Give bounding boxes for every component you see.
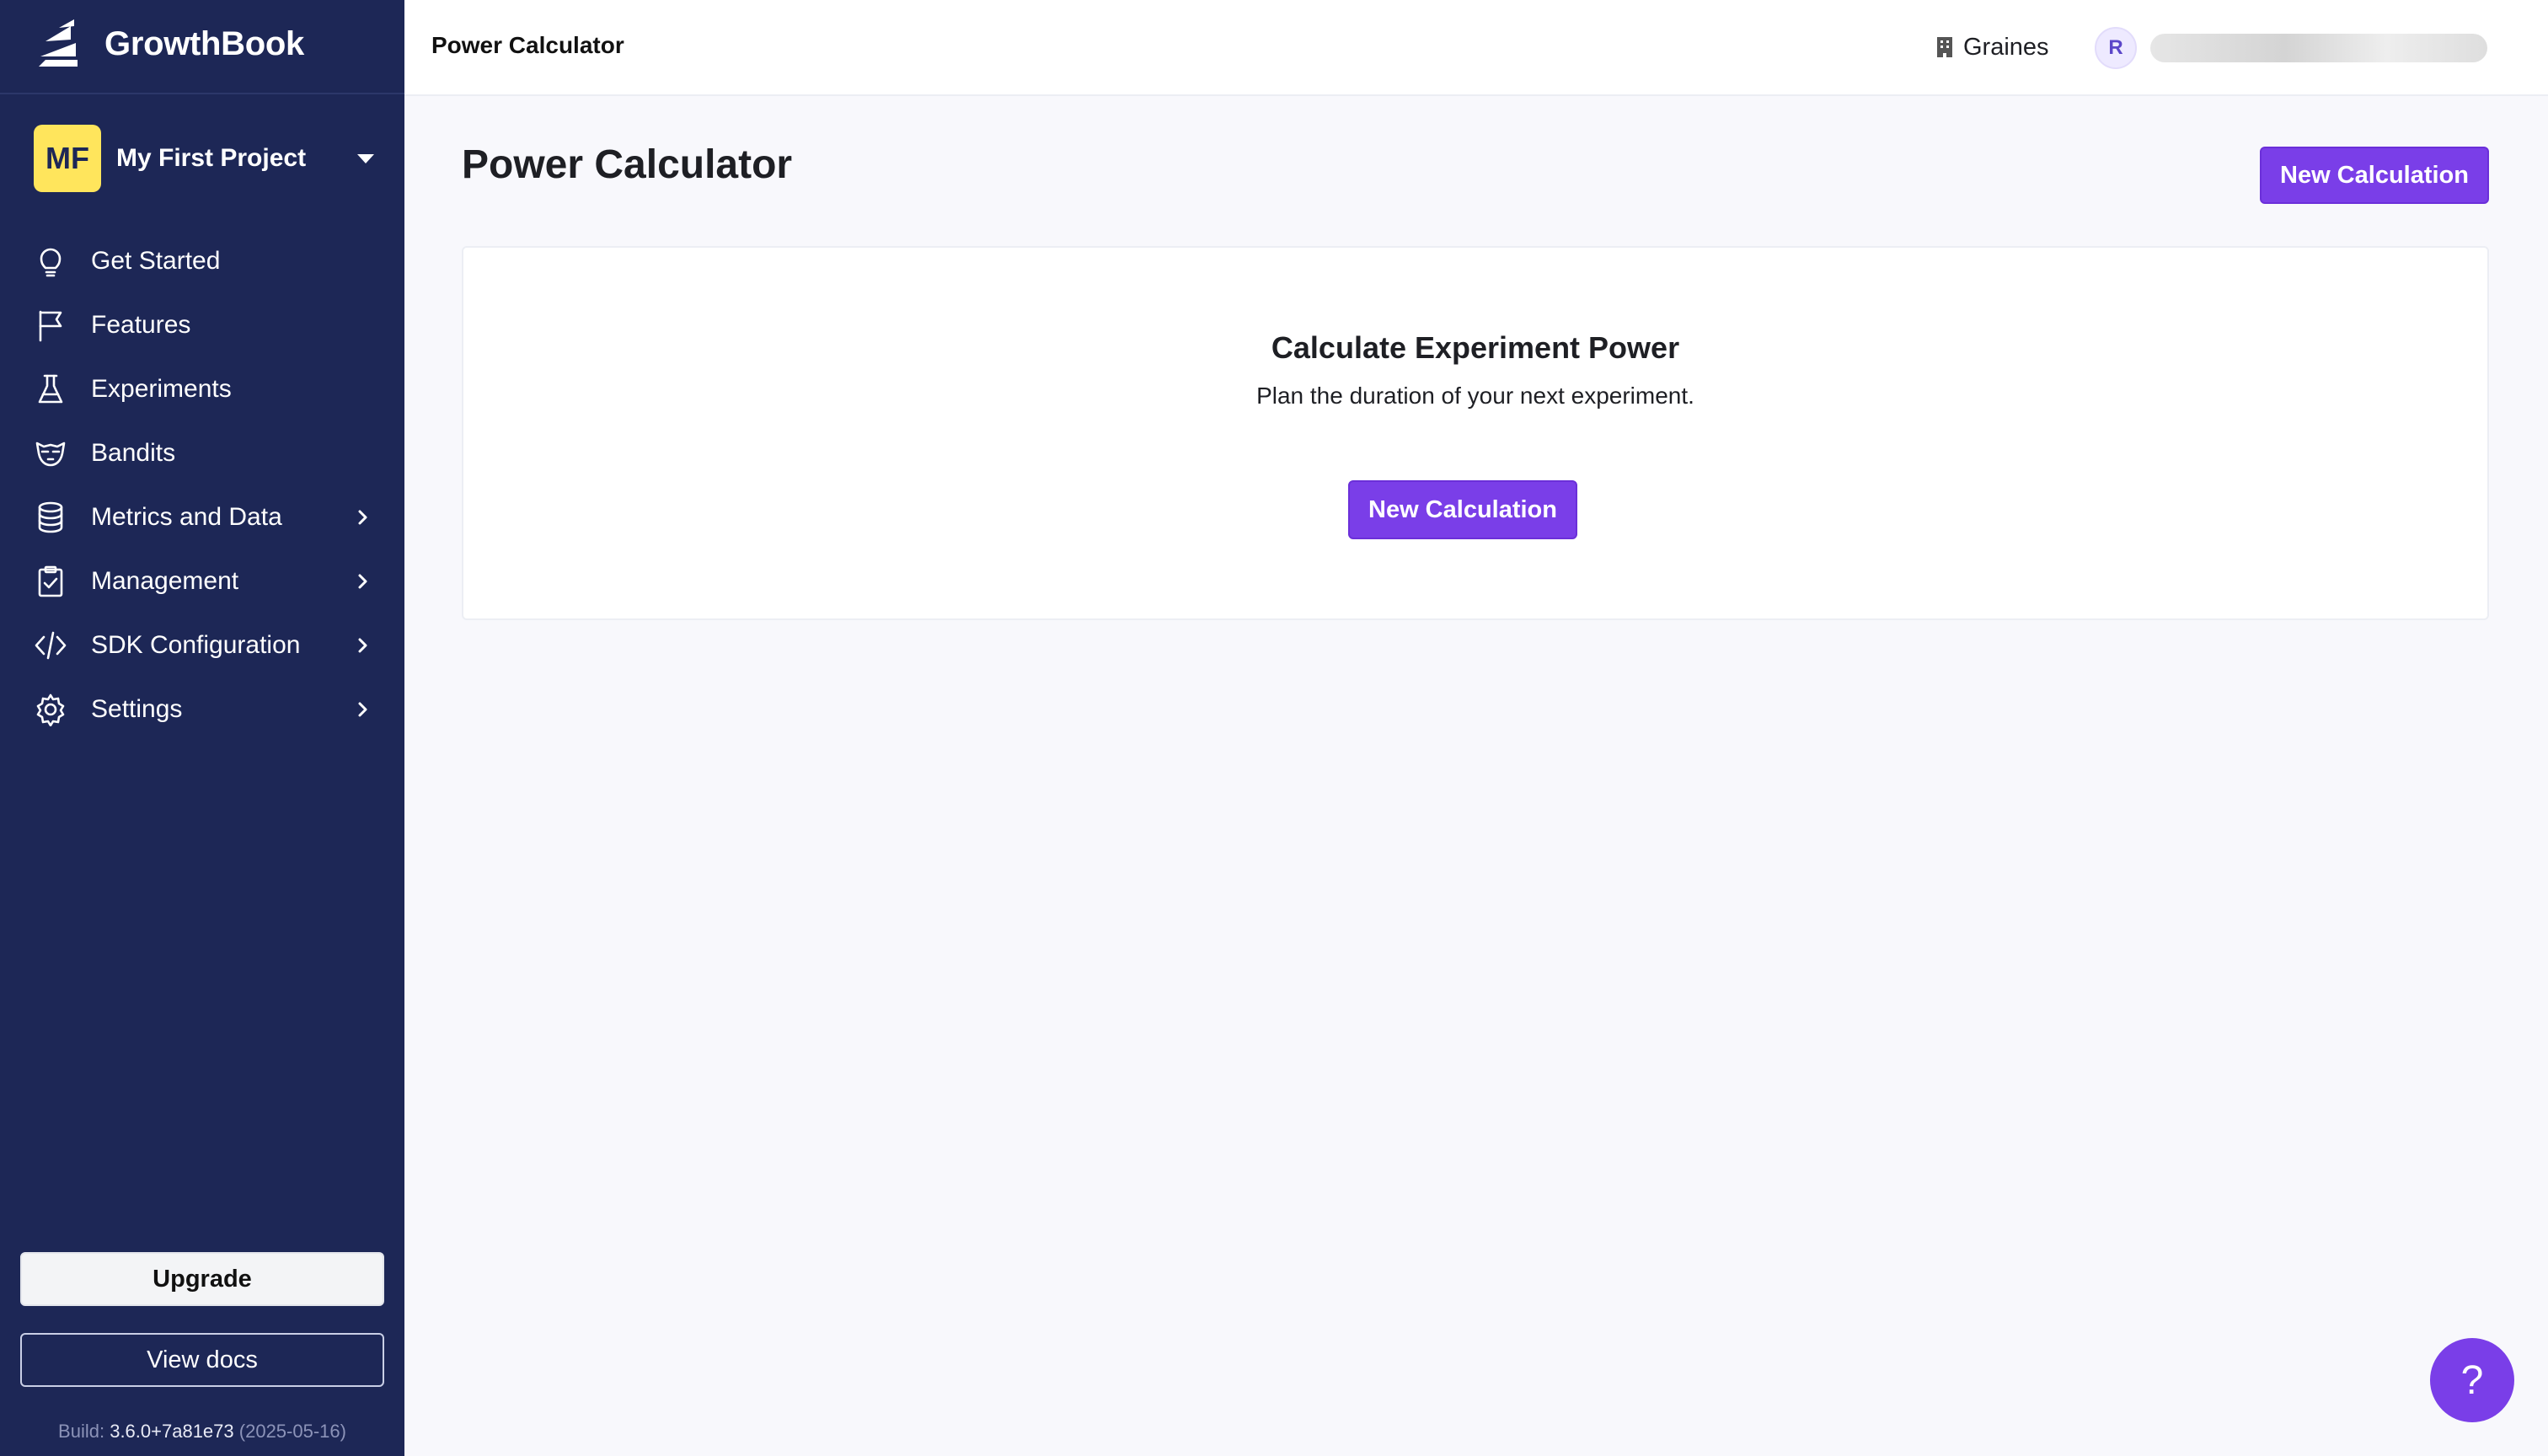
sidebar-item-label: Management [91, 567, 239, 595]
org-name: Graines [1963, 33, 2049, 61]
sidebar-item-management[interactable]: Management [0, 549, 404, 613]
app-name: GrowthBook [104, 24, 304, 62]
view-docs-button[interactable]: View docs [20, 1333, 384, 1387]
upgrade-button[interactable]: Upgrade [20, 1252, 384, 1306]
breadcrumb-title: Power Calculator [431, 32, 624, 58]
page-title: Power Calculator [462, 142, 793, 187]
new-calculation-button[interactable]: New Calculation [2260, 147, 2489, 204]
empty-state-card: Calculate Experiment Power Plan the dura… [462, 246, 2489, 620]
card-title: Calculate Experiment Power [1271, 330, 1680, 365]
sidebar-item-sdk-configuration[interactable]: SDK Configuration [0, 613, 404, 677]
build-version: 3.6.0+7a81e73 [110, 1421, 234, 1442]
sidebar-nav: Get Started Features Experiments Bandits… [0, 229, 404, 741]
sidebar-item-label: Bandits [91, 439, 176, 467]
sidebar-item-label: Features [91, 311, 191, 339]
sidebar-item-experiments[interactable]: Experiments [0, 357, 404, 421]
sidebar-item-bandits[interactable]: Bandits [0, 421, 404, 485]
sidebar-item-metrics-and-data[interactable]: Metrics and Data [0, 485, 404, 549]
sidebar-item-label: SDK Configuration [91, 631, 301, 659]
logo[interactable]: GrowthBook [34, 15, 304, 72]
sidebar-item-get-started[interactable]: Get Started [0, 229, 404, 293]
sidebar-item-label: Experiments [91, 375, 232, 403]
card-new-calculation-button[interactable]: New Calculation [1348, 480, 1577, 539]
help-button[interactable]: ? [2430, 1338, 2514, 1422]
project-selector[interactable]: MF My First Project [34, 125, 379, 192]
caret-down-icon [357, 153, 374, 163]
lightbulb-icon [34, 244, 67, 278]
user-name-redacted[interactable] [2150, 34, 2487, 62]
project-name: My First Project [116, 144, 307, 172]
build-prefix: Build: [58, 1421, 105, 1442]
card-subtitle: Plan the duration of your next experimen… [1256, 383, 1694, 409]
user-avatar[interactable]: R [2095, 27, 2137, 69]
chevron-right-icon [352, 699, 372, 720]
build-date: (2025-05-16) [238, 1421, 346, 1442]
beaker-icon [34, 372, 67, 406]
database-icon [34, 500, 67, 534]
org-selector[interactable]: Graines [1935, 30, 2049, 64]
top-bar: Power Calculator Graines R [404, 0, 2548, 96]
sidebar-item-label: Metrics and Data [91, 503, 282, 531]
sidebar-item-settings[interactable]: Settings [0, 677, 404, 741]
project-avatar: MF [34, 125, 101, 192]
sidebar-item-features[interactable]: Features [0, 293, 404, 357]
bandit-icon [34, 436, 67, 470]
chevron-right-icon [352, 571, 372, 592]
flag-icon [34, 308, 67, 342]
clipboard-check-icon [34, 565, 67, 598]
build-info: Build: 3.6.0+7a81e73 (2025-05-16) [0, 1421, 404, 1443]
code-icon [34, 629, 67, 662]
sidebar-item-label: Get Started [91, 247, 221, 275]
growthbook-logo-icon [39, 19, 78, 67]
sidebar-divider [0, 93, 404, 94]
chevron-right-icon [352, 507, 372, 527]
chevron-right-icon [352, 635, 372, 656]
gear-icon [34, 693, 67, 726]
sidebar-item-label: Settings [91, 695, 183, 723]
building-icon [1937, 37, 1952, 57]
sidebar: GrowthBook MF My First Project Get Start… [0, 0, 404, 1456]
